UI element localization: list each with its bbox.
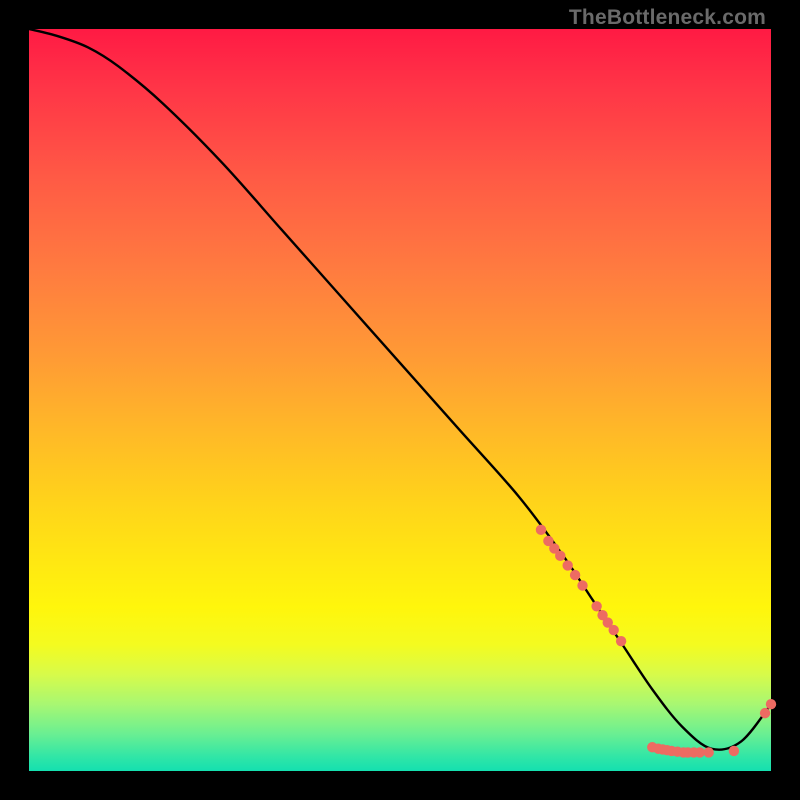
watermark-text: TheBottleneck.com — [569, 6, 766, 30]
data-point-marker — [536, 525, 546, 535]
data-point-marker — [695, 747, 705, 757]
bottleneck-curve-line — [29, 29, 771, 750]
data-point-marker — [591, 601, 601, 611]
data-point-marker — [616, 636, 626, 646]
chart-svg — [29, 29, 771, 771]
data-point-marker — [760, 708, 770, 718]
data-point-marker — [570, 570, 580, 580]
data-point-marker — [577, 580, 587, 590]
data-point-marker — [609, 625, 619, 635]
chart-plot-area — [29, 29, 771, 771]
data-point-marker — [766, 699, 776, 709]
data-point-marker — [703, 747, 713, 757]
data-point-marker — [562, 560, 572, 570]
data-point-marker — [555, 551, 565, 561]
data-markers-group — [536, 525, 776, 758]
data-point-marker — [729, 746, 739, 756]
